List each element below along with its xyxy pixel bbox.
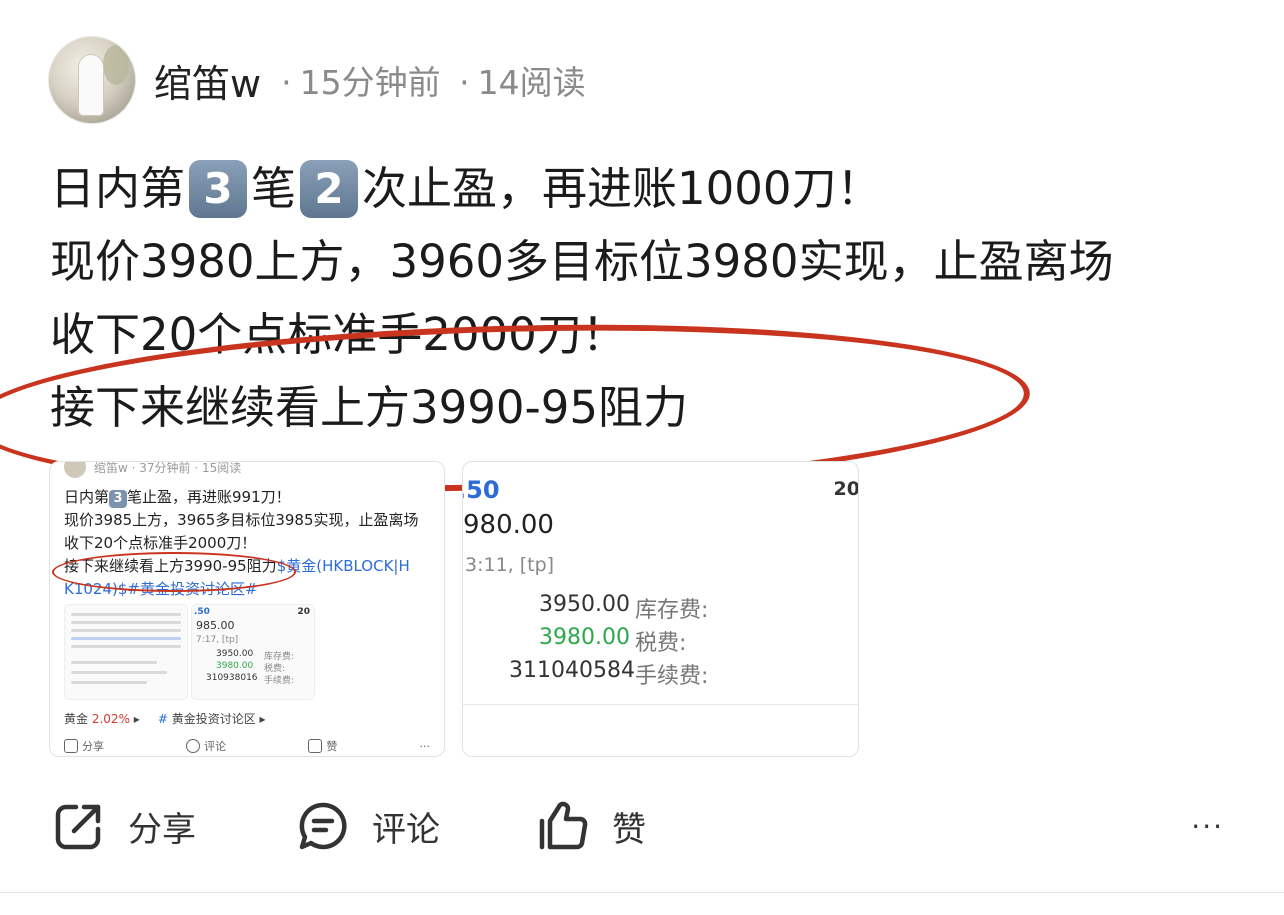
trade-close-price: 980.00 (463, 510, 554, 540)
thumb-tags: 黄金 2.02% ▸ # 黄金投资讨论区 ▸ (64, 712, 266, 726)
share-icon (64, 739, 78, 753)
trade-lot: 20 (833, 478, 859, 500)
read-count: 14阅读 (477, 63, 586, 102)
post-meta: · 15分钟前 · 14阅读 (281, 63, 586, 102)
keycap-2-icon: 2 (300, 159, 359, 218)
post-line-1: 日内第 3 笔 2 次止盈，再进账1000刀！ (50, 152, 1260, 225)
comment-button[interactable]: 评论 (296, 799, 536, 853)
share-button[interactable]: 分享 (52, 799, 292, 853)
divider (463, 704, 858, 705)
trade-price: .50 (463, 476, 500, 504)
avatar (64, 462, 86, 478)
post-header: 绾笛w · 15分钟前 · 14阅读 (48, 36, 586, 124)
trade-time: 3:11, [tp] (465, 554, 555, 576)
nested-thumbnail (64, 604, 188, 700)
thumbs-up-icon (539, 801, 588, 850)
like-button[interactable]: 赞 (536, 799, 646, 853)
trade-tp-value: 3980.00 (539, 625, 630, 650)
author-name[interactable]: 绾笛w (154, 53, 261, 108)
trade-order-id: 311040584 (509, 658, 635, 683)
post-line-4: 接下来继续看上方3990-95阻力 (50, 381, 689, 434)
post-body: 日内第 3 笔 2 次止盈，再进账1000刀！ 现价3980上方，3960多目标位398… (50, 152, 1260, 444)
more-options-icon[interactable]: ··· (1191, 810, 1224, 843)
divider (0, 892, 1284, 893)
post-line-3: 收下20个点标准手2000刀！ (50, 308, 627, 361)
post-line-2: 现价3980上方，3960多目标位3980实现，止盈离场 (50, 235, 1114, 288)
trade-label-fee: 手续费: (635, 664, 709, 689)
like-icon (308, 739, 323, 753)
share-icon (55, 804, 101, 850)
trade-label-swap: 库存费: (635, 598, 709, 623)
image-thumbnail-1[interactable]: 绾笛w · 37分钟前 · 15阅读 日内第 3 笔止盈，再进账991刀！ 现价39… (49, 461, 445, 757)
post-time: 15分钟前 (299, 63, 441, 102)
keycap-3-icon: 3 (189, 159, 248, 218)
nested-thumbnail-trade: .50 20 985.00 7:17, [tp] 3950.00 库存费: 398… (191, 604, 315, 700)
red-annotation-circle (52, 552, 296, 592)
trade-label-tax: 税费: (635, 631, 687, 656)
thumb-post-header: 绾笛w · 37分钟前 · 15阅读 (64, 462, 241, 478)
comment-icon (186, 739, 201, 753)
post-actions: 分享 评论 赞 ··· (52, 796, 1232, 856)
thumb-actions: 分享 评论 赞 ··· (64, 738, 430, 754)
image-thumbnail-2[interactable]: .50 20 980.00 3:11, [tp] 3950.00 库存费: 39… (462, 461, 859, 757)
trade-open-value: 3950.00 (539, 592, 630, 617)
comment-icon (299, 802, 347, 850)
keycap-3-icon: 3 (109, 490, 128, 508)
avatar[interactable] (48, 36, 136, 124)
